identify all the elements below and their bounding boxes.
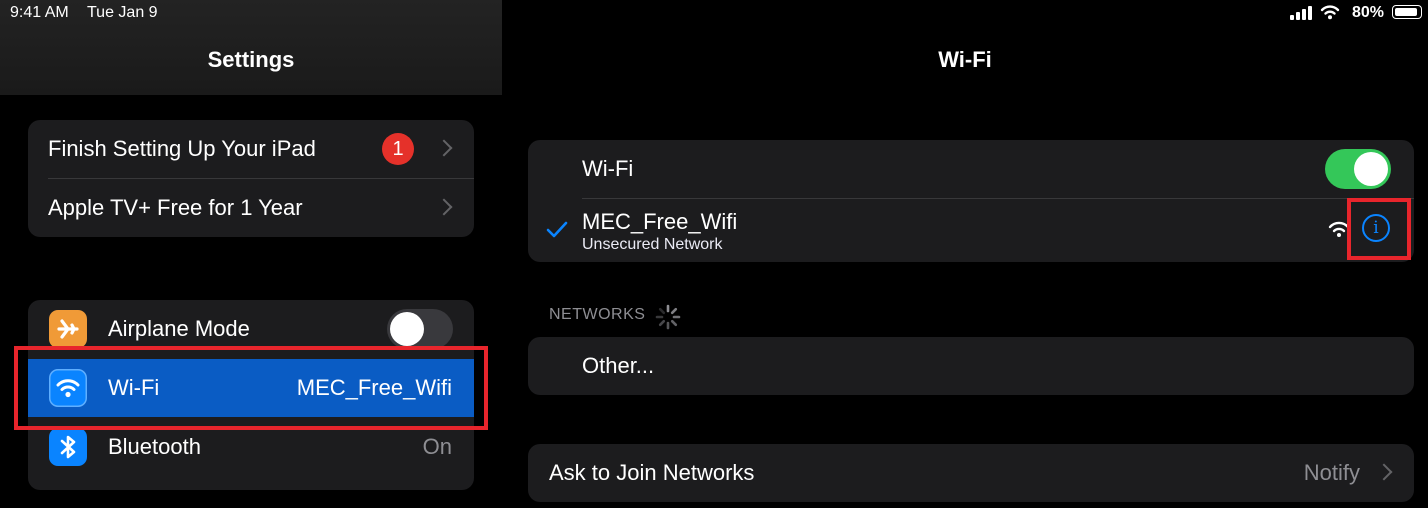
wifi-toggle-label: Wi-Fi bbox=[582, 156, 634, 181]
battery-percent: 80% bbox=[1351, 4, 1384, 21]
wifi-detail-pane: 80% Wi-Fi Wi-Fi MEC_Free_Wifi Unsecured … bbox=[502, 0, 1428, 508]
sidebar-title: Settings bbox=[207, 47, 295, 72]
connected-network-subtitle: Unsecured Network bbox=[582, 236, 723, 253]
connected-network-name: MEC_Free_Wifi bbox=[582, 209, 738, 234]
battery-icon bbox=[1392, 5, 1422, 19]
connected-network-row[interactable]: MEC_Free_Wifi Unsecured Network i bbox=[528, 199, 1414, 262]
networks-section-header: NETWORKS bbox=[549, 306, 646, 323]
finish-setup-label: Finish Setting Up Your iPad bbox=[48, 136, 316, 161]
airplane-mode-toggle[interactable] bbox=[387, 309, 453, 349]
loading-spinner-icon bbox=[655, 304, 681, 330]
chevron-right-icon bbox=[435, 139, 453, 157]
wifi-toggle-row: Wi-Fi bbox=[528, 140, 1414, 198]
sidebar-header: 9:41 AM Tue Jan 9 Settings bbox=[0, 0, 502, 95]
other-network-group: Other... bbox=[528, 337, 1414, 395]
detail-title: Wi-Fi bbox=[938, 47, 992, 72]
toggle-knob bbox=[1354, 152, 1388, 186]
wifi-row-highlight-box bbox=[14, 346, 488, 430]
apple-tv-offer-row[interactable]: Apple TV+ Free for 1 Year bbox=[28, 179, 474, 237]
cellular-signal-icon bbox=[1290, 6, 1314, 25]
chevron-right-icon bbox=[435, 198, 453, 216]
notification-badge: 1 bbox=[382, 133, 414, 165]
settings-sidebar: 9:41 AM Tue Jan 9 Settings Finish Settin… bbox=[0, 0, 502, 508]
ask-to-join-label: Ask to Join Networks bbox=[549, 460, 755, 485]
info-button-highlight-box bbox=[1347, 198, 1411, 260]
checkmark-icon bbox=[546, 221, 568, 238]
other-network-row[interactable]: Other... bbox=[528, 337, 1414, 395]
status-date: Tue Jan 9 bbox=[87, 4, 158, 21]
chevron-right-icon bbox=[1375, 463, 1393, 481]
battery-level-fill bbox=[1394, 7, 1417, 16]
other-network-label: Other... bbox=[582, 353, 655, 378]
setup-group: Finish Setting Up Your iPad 1 Apple TV+ … bbox=[28, 120, 474, 237]
ask-to-join-group: Ask to Join Networks Notify bbox=[528, 444, 1414, 502]
ask-to-join-row[interactable]: Ask to Join Networks Notify bbox=[528, 444, 1414, 502]
status-wifi-icon bbox=[1320, 4, 1340, 25]
wifi-toggle[interactable] bbox=[1325, 149, 1391, 189]
wifi-toggle-group: Wi-Fi MEC_Free_Wifi Unsecured Network i bbox=[528, 140, 1414, 262]
ask-to-join-value: Notify bbox=[1303, 460, 1360, 485]
apple-tv-offer-label: Apple TV+ Free for 1 Year bbox=[48, 195, 303, 220]
bluetooth-icon bbox=[49, 428, 87, 466]
status-time: 9:41 AM bbox=[10, 4, 69, 21]
toggle-knob bbox=[390, 312, 424, 346]
finish-setup-row[interactable]: Finish Setting Up Your iPad 1 bbox=[28, 120, 474, 178]
airplane-icon bbox=[49, 310, 87, 348]
